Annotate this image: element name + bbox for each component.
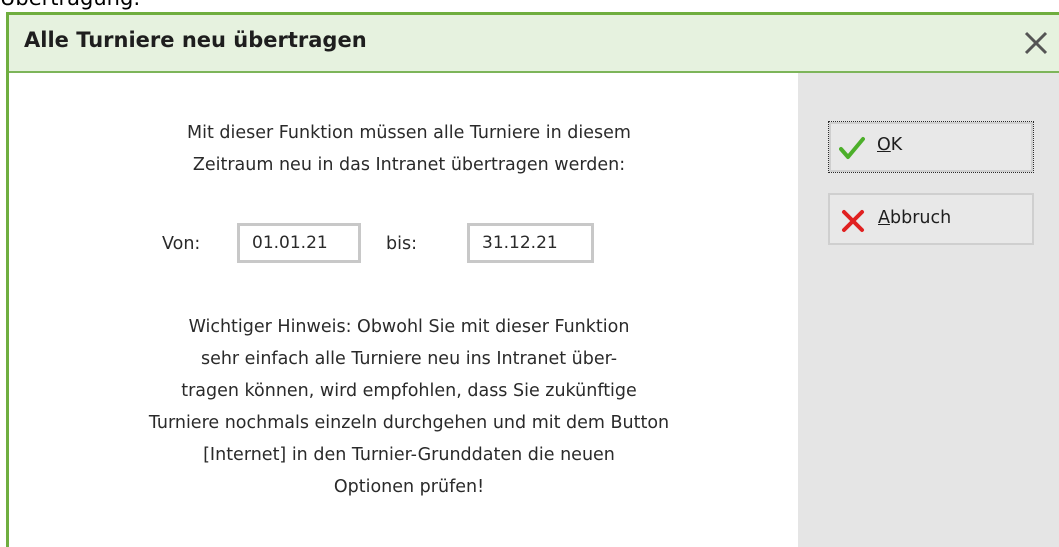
intro-line: Mit dieser Funktion müssen alle Turniere… xyxy=(187,123,631,143)
dialog: Alle Turniere neu übertragen Mit dieser … xyxy=(6,12,1059,547)
note-line: Optionen prüfen! xyxy=(333,477,485,497)
note-line: [Internet] in den Turnier-Grunddaten die… xyxy=(203,445,615,465)
note-line: Turniere nochmals einzeln durchgehen und… xyxy=(148,413,670,433)
intro-line: Zeitraum neu in das Intranet übertragen … xyxy=(192,155,626,175)
background-cut-text: Übertragung: xyxy=(0,0,140,10)
note-line: sehr einfach alle Turniere neu ins Intra… xyxy=(200,349,618,369)
ok-button[interactable]: OK xyxy=(828,121,1034,173)
dialog-content: Mit dieser Funktion müssen alle Turniere… xyxy=(9,73,798,547)
close-icon[interactable] xyxy=(1019,26,1053,60)
checkmark-icon xyxy=(839,135,865,161)
note-text: Wichtiger Hinweis: Obwohl Sie mit dieser… xyxy=(69,311,749,503)
intro-text: Mit dieser Funktion müssen alle Turniere… xyxy=(69,117,749,181)
note-line: tragen können, wird empfohlen, dass Sie … xyxy=(181,381,637,401)
ok-button-label: OK xyxy=(877,135,902,155)
cancel-mnemonic: A xyxy=(878,208,890,228)
cancel-button[interactable]: Abbruch xyxy=(828,193,1034,245)
ok-label-rest: K xyxy=(890,135,903,155)
cancel-label-rest: bbruch xyxy=(889,208,952,228)
dialog-titlebar: Alle Turniere neu übertragen xyxy=(9,15,1059,73)
dialog-title: Alle Turniere neu übertragen xyxy=(24,28,367,52)
from-label: Von: xyxy=(162,234,201,254)
ok-mnemonic: O xyxy=(877,135,891,155)
to-label: bis: xyxy=(386,234,417,254)
to-date-field[interactable]: 31.12.21 xyxy=(467,223,594,263)
from-date-field[interactable]: 01.01.21 xyxy=(237,223,361,263)
cancel-button-label: Abbruch xyxy=(878,208,951,228)
note-line: Wichtiger Hinweis: Obwohl Sie mit dieser… xyxy=(188,317,630,337)
cross-icon xyxy=(840,208,866,234)
